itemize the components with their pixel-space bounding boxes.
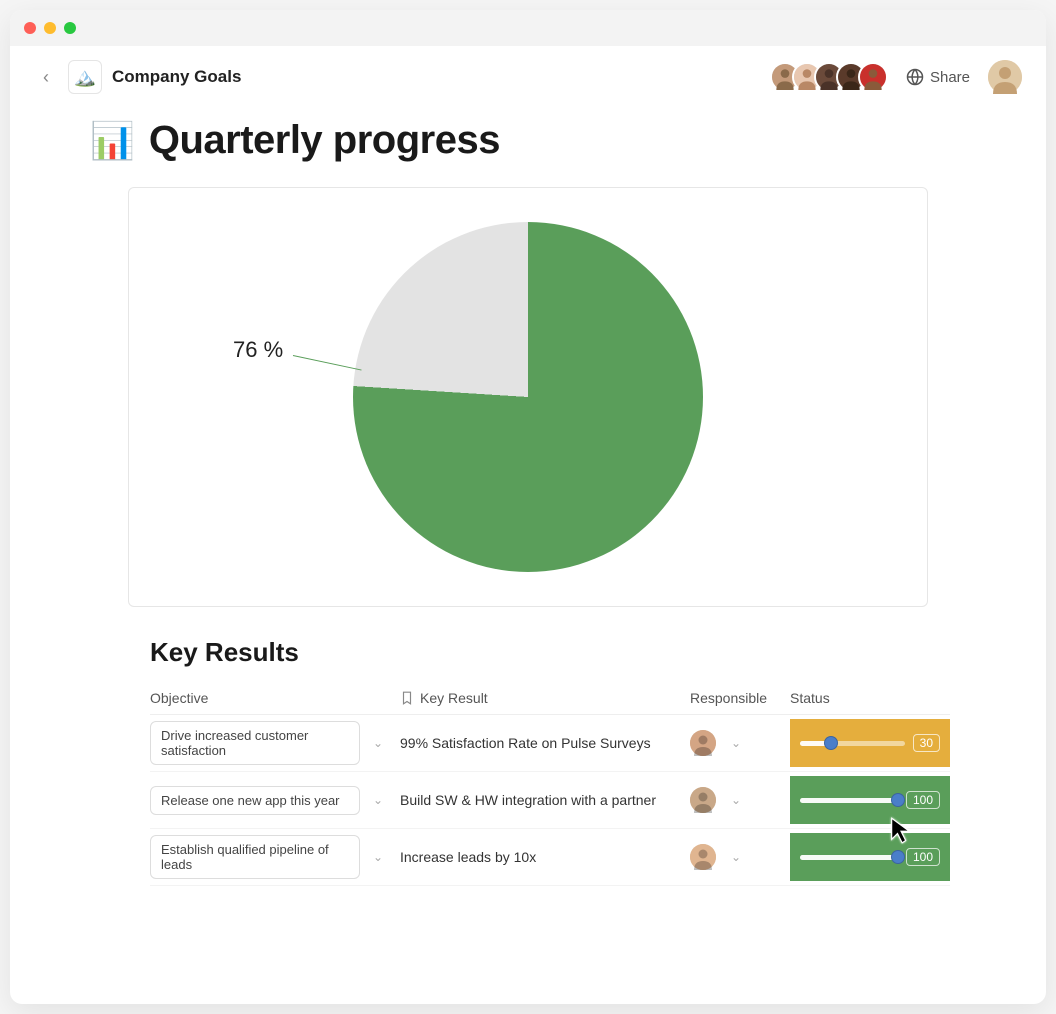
responsible-avatar[interactable] xyxy=(690,787,716,813)
progress-chart-card: 76 % xyxy=(128,187,928,607)
chevron-down-icon[interactable]: ⌄ xyxy=(724,793,748,807)
objective-chip[interactable]: Drive increased customer satisfaction xyxy=(150,721,360,765)
share-label: Share xyxy=(930,69,970,86)
slider-thumb[interactable] xyxy=(891,793,905,807)
chart-percent-label: 76 % xyxy=(233,337,283,363)
collaborator-stack[interactable] xyxy=(770,62,888,92)
status-slider[interactable]: 100 xyxy=(790,833,950,881)
status-value-badge: 30 xyxy=(913,734,940,752)
status-value-badge: 100 xyxy=(906,848,940,866)
current-user-avatar[interactable] xyxy=(988,60,1022,94)
bookmark-icon xyxy=(400,691,414,705)
chevron-down-icon[interactable]: ⌄ xyxy=(724,736,748,750)
key-results-table: Objective Key Result Responsible Status … xyxy=(150,682,950,886)
slider-thumb[interactable] xyxy=(891,850,905,864)
page-icon[interactable]: 📊 xyxy=(90,120,135,162)
chevron-down-icon[interactable]: ⌄ xyxy=(366,850,390,864)
key-result-text[interactable]: 99% Satisfaction Rate on Pulse Surveys xyxy=(400,735,651,751)
traffic-light-minimize[interactable] xyxy=(44,22,56,34)
responsible-avatar[interactable] xyxy=(690,730,716,756)
col-key-result[interactable]: Key Result xyxy=(400,690,690,706)
slider-thumb[interactable] xyxy=(824,736,838,750)
key-results-heading: Key Results xyxy=(150,637,966,668)
status-slider[interactable]: 30 xyxy=(790,719,950,767)
table-row: Drive increased customer satisfaction ⌄ 99… xyxy=(150,715,950,772)
share-button[interactable]: Share xyxy=(906,68,970,86)
col-status[interactable]: Status xyxy=(790,690,950,706)
workspace-icon[interactable]: 🏔️ xyxy=(68,60,102,94)
responsible-avatar[interactable] xyxy=(690,844,716,870)
key-result-text[interactable]: Increase leads by 10x xyxy=(400,849,536,865)
chart-leader-line xyxy=(293,355,362,371)
status-value-badge: 100 xyxy=(906,791,940,809)
objective-chip[interactable]: Establish qualified pipeline of leads xyxy=(150,835,360,879)
status-slider[interactable]: 100 xyxy=(790,776,950,824)
back-button[interactable]: ‹ xyxy=(34,65,58,89)
table-row: Release one new app this year ⌄ Build SW &… xyxy=(150,772,950,829)
window-titlebar xyxy=(10,10,1046,46)
objective-chip[interactable]: Release one new app this year xyxy=(150,786,360,815)
key-result-text[interactable]: Build SW & HW integration with a partner xyxy=(400,792,656,808)
col-responsible[interactable]: Responsible xyxy=(690,690,790,706)
progress-pie-chart xyxy=(353,222,703,572)
chevron-down-icon[interactable]: ⌄ xyxy=(366,793,390,807)
traffic-light-zoom[interactable] xyxy=(64,22,76,34)
page-title[interactable]: Quarterly progress xyxy=(149,118,500,163)
col-objective[interactable]: Objective xyxy=(150,690,400,706)
globe-icon xyxy=(906,68,924,86)
collaborator-avatar[interactable] xyxy=(858,62,888,92)
chevron-down-icon[interactable]: ⌄ xyxy=(724,850,748,864)
workspace-title[interactable]: Company Goals xyxy=(112,67,241,87)
chevron-down-icon[interactable]: ⌄ xyxy=(366,736,390,750)
traffic-light-close[interactable] xyxy=(24,22,36,34)
table-row: Establish qualified pipeline of leads ⌄ In… xyxy=(150,829,950,886)
table-header: Objective Key Result Responsible Status xyxy=(150,682,950,715)
